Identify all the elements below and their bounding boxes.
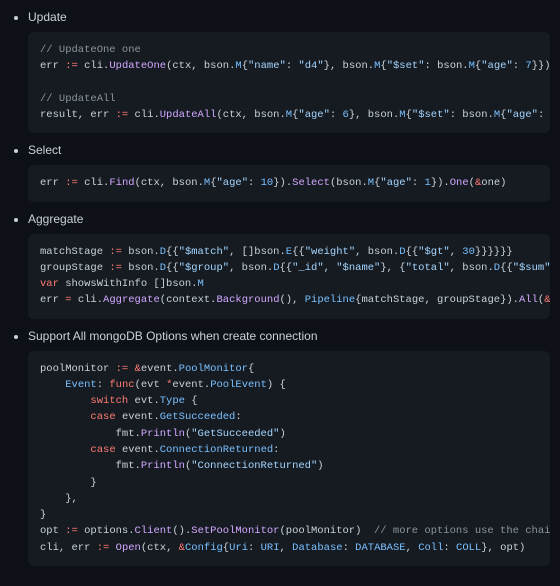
section-aggregate: Aggregate matchStage := bson.D{{"$match"… [28,212,550,319]
section-options: Support All mongoDB Options when create … [28,329,550,566]
code-options: poolMonitor := &event.PoolMonitor{ Event… [28,351,550,566]
section-title-select: Select [28,143,550,157]
code-select: err := cli.Find(ctx, bson.M{"age": 10}).… [28,165,550,201]
section-title-aggregate: Aggregate [28,212,550,226]
section-update: Update // UpdateOne one err := cli.Updat… [28,10,550,133]
section-select: Select err := cli.Find(ctx, bson.M{"age"… [28,143,550,201]
code-aggregate: matchStage := bson.D{{"$match", []bson.E… [28,234,550,319]
section-title-update: Update [28,10,550,24]
section-list: Update // UpdateOne one err := cli.Updat… [10,10,550,566]
code-update: // UpdateOne one err := cli.UpdateOne(ct… [28,32,550,133]
section-title-options: Support All mongoDB Options when create … [28,329,550,343]
